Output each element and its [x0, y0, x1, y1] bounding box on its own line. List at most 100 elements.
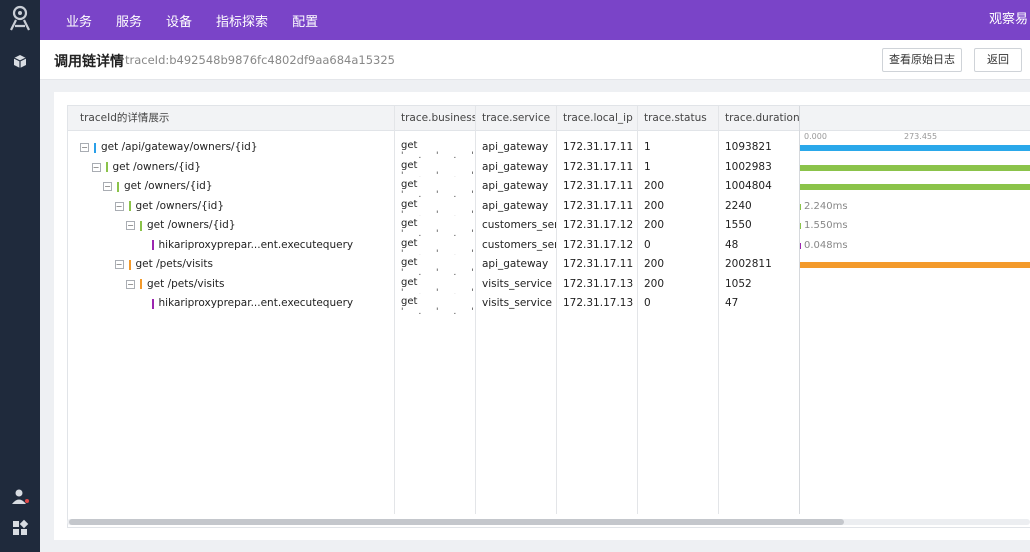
table-row[interactable]: − get /owners/{id} get ' , ' , ' api_gateway… — [68, 158, 1030, 178]
span-operation-name[interactable]: hikariproxyprepar...ent.executequery — [159, 236, 354, 256]
menu-item-metrics-explore[interactable]: 指标探索 — [216, 11, 268, 30]
table-row[interactable]: − get /owners/{id} get ' , ' , ' api_gateway… — [68, 197, 1030, 217]
duration-cell: 2240 — [725, 199, 752, 212]
duration-cell: 1550 — [725, 219, 752, 231]
menu-item-config[interactable]: 配置 — [292, 11, 318, 30]
span-color-marker — [105, 162, 108, 173]
menu-item-devices[interactable]: 设备 — [166, 11, 192, 30]
service-cell: customers_service — [482, 219, 556, 231]
top-navigation: 业务 服务 设备 指标探索 配置 观察易 — [40, 0, 1030, 40]
collapse-toggle-icon[interactable]: − — [126, 221, 135, 231]
span-color-marker — [151, 240, 154, 251]
span-operation-name[interactable]: get /api/gateway/owners/{id} — [101, 138, 258, 158]
logo-icon[interactable] — [8, 5, 32, 31]
table-row[interactable]: hikariproxyprepar...ent.executequery get '… — [68, 236, 1030, 256]
business-cell: get ' , ' , ' — [394, 138, 475, 158]
span-color-marker — [128, 259, 131, 270]
collapse-toggle-icon[interactable]: − — [91, 162, 101, 172]
truncated-text-fragment: ' , ' , ' — [401, 307, 475, 314]
table-row[interactable]: − get /api/gateway/owners/{id} get ' , ' , … — [68, 138, 1030, 158]
service-cell: api_gateway — [482, 141, 549, 153]
table-row[interactable]: hikariproxyprepar...ent.executequery get '… — [68, 294, 1030, 314]
business-cell: get ' , ' , ' — [394, 236, 475, 256]
span-operation-name[interactable]: get /owners/{id} — [136, 197, 225, 217]
business-cell: get ' , ' , ' — [394, 255, 475, 275]
back-button[interactable]: 返回 — [974, 48, 1022, 72]
header-trace-detail[interactable]: traceId的详情展示 — [68, 106, 394, 131]
span-operation-name[interactable]: get /owners/{id} — [147, 216, 236, 236]
local-ip-cell: 172.31.17.12 — [563, 238, 634, 251]
truncated-text-fragment: ' , ' , ' — [401, 190, 475, 197]
timeline-cell — [800, 158, 1030, 178]
table-row[interactable]: − get /pets/visits get ' , ' , ' visits_serv… — [68, 275, 1030, 295]
span-operation-name[interactable]: get /pets/visits — [136, 255, 213, 275]
timeline-duration-label: 1.550ms — [804, 220, 848, 231]
timeline-bar[interactable] — [800, 203, 801, 210]
span-operation-name[interactable]: get /pets/visits — [147, 275, 224, 295]
apps-grid-icon[interactable] — [10, 518, 30, 538]
business-cell: get ' , ' , ' — [394, 216, 475, 236]
view-raw-log-button[interactable]: 查看原始日志 — [882, 48, 962, 72]
span-operation-name[interactable]: get /owners/{id} — [113, 158, 202, 178]
timeline-bar[interactable] — [800, 184, 1030, 190]
span-tree-cell: − get /pets/visits — [68, 255, 394, 275]
user-alert-icon[interactable] — [10, 487, 30, 507]
span-tree-cell: − get /pets/visits — [68, 275, 394, 295]
page-title: 调用链详情 — [54, 54, 124, 70]
span-tree-cell: − get /owners/{id} — [68, 216, 394, 236]
collapse-toggle-icon[interactable]: − — [114, 201, 124, 211]
collapse-toggle-icon[interactable]: − — [103, 182, 112, 192]
local-ip-cell: 172.31.17.11 — [563, 160, 634, 173]
timeline-bar[interactable] — [800, 145, 1030, 151]
local-ip-cell: 172.31.17.11 — [563, 141, 634, 153]
service-cell: api_gateway — [482, 258, 549, 270]
truncated-text-fragment: ' , ' , ' — [401, 248, 475, 256]
timeline-cell — [800, 275, 1030, 295]
service-cell: visits_service — [482, 277, 552, 290]
trace-id-label: traceId:b492548b9876fc4802df9aa684a15325 — [125, 53, 395, 67]
truncated-text-fragment: ' , ' , ' — [401, 229, 475, 236]
span-tree-cell: hikariproxyprepar...ent.executequery — [68, 294, 394, 314]
table-row[interactable]: − get /owners/{id} get ' , ' , ' api_gateway… — [68, 177, 1030, 197]
timeline-bar[interactable] — [800, 164, 1030, 171]
main-menu: 业务 服务 设备 指标探索 配置 — [66, 0, 342, 40]
table-row[interactable]: − get /pets/visits get ' , ' , ' api_gateway… — [68, 255, 1030, 275]
menu-item-business[interactable]: 业务 — [66, 11, 92, 30]
truncated-text-fragment: ' , ' , ' — [401, 287, 475, 295]
collapse-toggle-icon[interactable]: − — [114, 260, 124, 270]
duration-cell: 2002811 — [725, 258, 772, 270]
header-service[interactable]: trace.service — [475, 106, 556, 131]
span-operation-name[interactable]: hikariproxyprepar...ent.executequery — [159, 294, 354, 314]
service-cell: visits_service — [482, 297, 552, 309]
timeline-bar[interactable] — [800, 262, 1030, 268]
horizontal-scrollbar[interactable] — [67, 518, 1030, 526]
service-cell: customers_service — [482, 238, 556, 251]
timeline-duration-label: 0.048ms — [804, 239, 848, 251]
service-cell: api_gateway — [482, 199, 549, 212]
local-ip-cell: 172.31.17.11 — [563, 199, 634, 212]
timeline-cell — [800, 177, 1030, 197]
header-status[interactable]: trace.status — [637, 106, 718, 131]
span-tree-cell: − get /owners/{id} — [68, 177, 394, 197]
timeline-cell: 2.240ms — [800, 197, 1030, 217]
header-duration[interactable]: trace.duration — [718, 106, 800, 131]
timeline-cell: 1.550ms — [800, 216, 1030, 236]
menu-item-services[interactable]: 服务 — [116, 11, 142, 30]
timeline-cell — [800, 138, 1030, 158]
timeline-bar[interactable] — [800, 223, 801, 229]
header-local-ip[interactable]: trace.local_ip — [556, 106, 637, 131]
header-business[interactable]: trace.business — [394, 106, 475, 131]
cube-icon[interactable] — [10, 52, 30, 72]
table-row[interactable]: − get /owners/{id} get ' , ' , ' customers_s… — [68, 216, 1030, 236]
status-cell: 200 — [644, 258, 665, 270]
status-cell: 200 — [644, 219, 665, 231]
scrollbar-thumb[interactable] — [69, 519, 844, 525]
timeline-cell — [800, 255, 1030, 275]
collapse-toggle-icon[interactable]: − — [126, 279, 135, 289]
timeline-bar[interactable] — [800, 242, 801, 249]
span-color-marker — [128, 201, 131, 212]
truncated-text-fragment: ' , ' , ' — [401, 170, 475, 178]
span-operation-name[interactable]: get /owners/{id} — [124, 177, 213, 197]
duration-cell: 1052 — [725, 277, 752, 290]
collapse-toggle-icon[interactable]: − — [80, 143, 89, 153]
